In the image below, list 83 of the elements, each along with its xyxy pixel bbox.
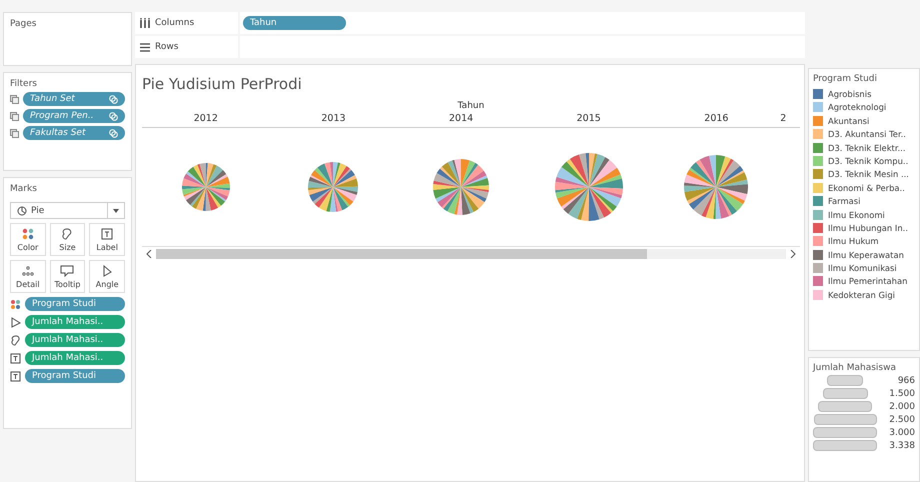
color-encoding-icon xyxy=(10,298,21,310)
pie-chart-drawing xyxy=(433,159,490,215)
field-pill[interactable]: Jumlah Mahasi.. xyxy=(25,315,125,329)
angle-encoding-icon xyxy=(10,316,21,328)
caret-icon xyxy=(113,208,119,212)
pie-chart-drawing xyxy=(182,163,230,211)
column-header: 2012 xyxy=(194,113,218,124)
field-pill[interactable]: Tahun xyxy=(243,16,346,30)
pie-icon xyxy=(17,206,27,216)
legend-label: D3. Teknik Mesin ... xyxy=(828,169,909,180)
mark-card[interactable]: Size xyxy=(50,223,86,256)
legend-label: Agrobisnis xyxy=(828,89,872,99)
legend-label: Ilmu Ekonomi xyxy=(828,210,885,220)
legend-label: Farmasi xyxy=(828,196,860,206)
legend-label: 2.000 xyxy=(888,402,915,412)
size-encoding-icon xyxy=(10,334,21,346)
scroll-right-icon[interactable] xyxy=(790,250,796,258)
legend-label: Agroteknologi xyxy=(828,102,886,112)
detail-card-icon xyxy=(20,264,35,276)
legend-label: D3. Akuntansi Ter.. xyxy=(828,129,906,140)
label-encoding-icon xyxy=(10,352,21,364)
field-pill[interactable]: Jumlah Mahasi.. xyxy=(25,351,125,365)
size-swatch xyxy=(822,388,868,399)
pie-chart-drawing xyxy=(554,153,623,221)
scrollbar-thumb[interactable] xyxy=(156,249,648,259)
legend-title: Jumlah Mahasiswa xyxy=(813,363,897,373)
legend-label: Ekonomi & Perba.. xyxy=(828,182,905,193)
shelf-label: Rows xyxy=(155,42,178,52)
legend-label: Ilmu Keperawatan xyxy=(828,250,904,260)
legend-label: Ilmu Pemerintahan xyxy=(828,276,908,286)
mark-card[interactable]: Tooltip xyxy=(50,260,86,293)
color-card-icon xyxy=(20,228,35,240)
size-swatch xyxy=(814,414,876,425)
field-pill[interactable]: Program Studi xyxy=(25,297,125,311)
rows-icon xyxy=(140,42,150,52)
legend-label: Ilmu Komunikasi xyxy=(828,263,897,274)
legend-label: 1.500 xyxy=(888,388,915,398)
legend-label: Ilmu Hukum xyxy=(828,236,879,246)
mark-card[interactable]: Detail xyxy=(10,260,46,293)
column-header: 2013 xyxy=(321,113,346,124)
axis-title: Tahun xyxy=(458,101,484,111)
legend-label: D3. Teknik Elektr... xyxy=(828,142,906,153)
filter-pill[interactable]: Program Pen.. xyxy=(23,109,125,123)
pages-title: Pages xyxy=(10,19,38,29)
columns-icon xyxy=(140,18,150,28)
view-title: Pie Yudisium PerProdi xyxy=(142,75,303,93)
legend-label: 3.000 xyxy=(888,428,915,438)
scrollbar-track[interactable] xyxy=(156,249,786,259)
size-swatch xyxy=(813,427,877,438)
mark-card[interactable]: Color xyxy=(10,223,46,256)
size-card-icon xyxy=(60,228,74,240)
column-header: 2015 xyxy=(576,113,601,124)
mark-card[interactable]: Angle xyxy=(89,260,125,293)
legend-label: Akuntansi xyxy=(828,116,870,126)
size-swatch xyxy=(827,375,863,386)
marks-title: Marks xyxy=(10,184,38,194)
legend-label: Kedokteran Gigi xyxy=(828,290,895,300)
tooltip-card-icon xyxy=(60,264,74,276)
shelf-drop-area[interactable]: Tahun xyxy=(240,12,805,34)
scroll-left-icon[interactable] xyxy=(146,250,152,258)
column-header: 2016 xyxy=(704,113,728,124)
filter-pill[interactable]: Fakultas Set xyxy=(23,126,125,140)
mark-type-dropdown[interactable]: Pie xyxy=(10,202,125,219)
shelf-label: Columns xyxy=(155,18,194,28)
column-header: 2014 xyxy=(449,113,474,124)
size-swatch xyxy=(813,440,877,451)
mark-card[interactable]: Label xyxy=(89,223,125,256)
field-pill[interactable]: Program Studi xyxy=(25,369,125,383)
column-header: 2 xyxy=(780,113,786,124)
legend-label: 2.500 xyxy=(888,414,915,424)
field-pill[interactable]: Jumlah Mahasi.. xyxy=(25,333,125,347)
label-card-icon xyxy=(100,228,114,240)
legend-title: Program Studi xyxy=(813,74,877,84)
filters-title: Filters xyxy=(10,79,38,89)
size-swatch xyxy=(818,401,872,412)
legend-label: D3. Teknik Kompu.. xyxy=(828,156,908,166)
legend-label: 3.338 xyxy=(888,440,915,450)
legend-label: 966 xyxy=(896,376,915,386)
label-encoding-icon xyxy=(10,370,21,382)
pie-chart-drawing xyxy=(684,155,748,219)
legend-label: Ilmu Hubungan In.. xyxy=(828,222,908,233)
filter-pill[interactable]: Tahun Set xyxy=(23,92,125,106)
pie-chart-drawing xyxy=(308,162,358,212)
